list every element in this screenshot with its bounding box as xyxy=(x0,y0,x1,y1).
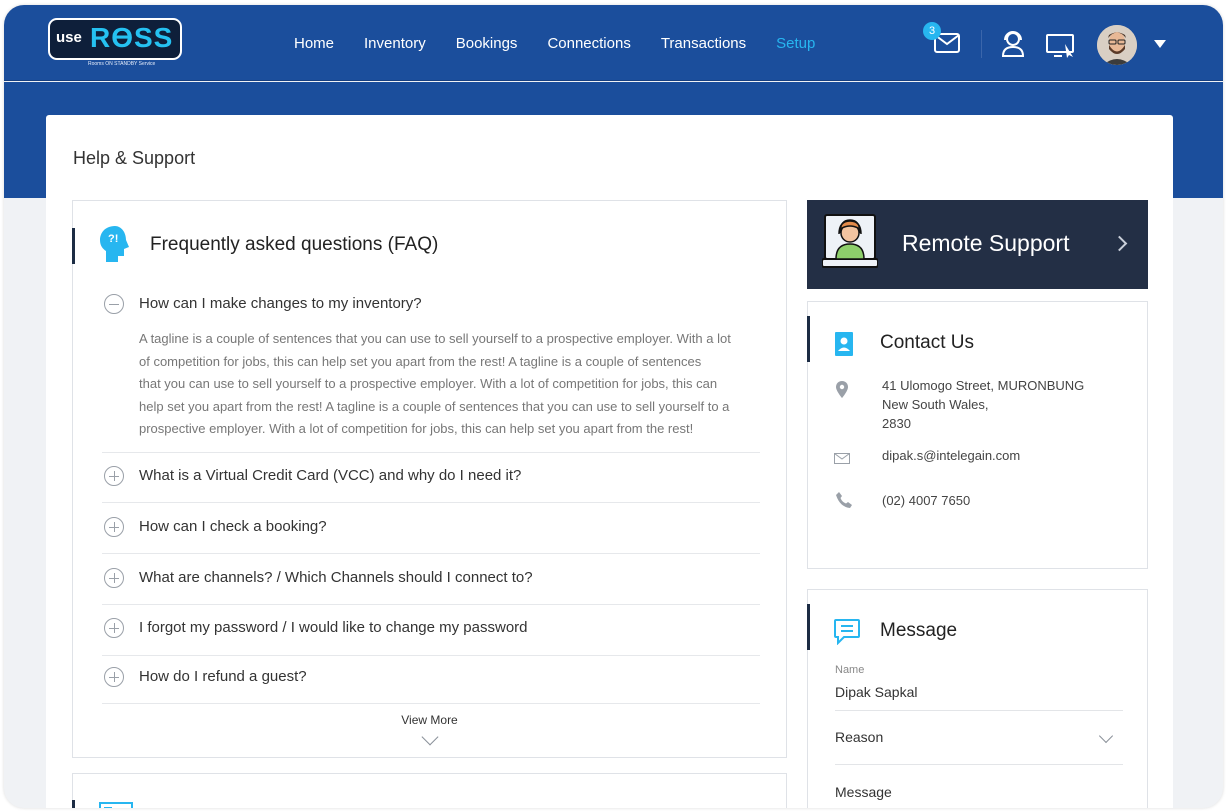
faq-divider xyxy=(102,452,760,453)
message-textarea[interactable]: Message xyxy=(835,784,892,800)
message-title: Message xyxy=(880,620,958,641)
expand-icon[interactable] xyxy=(104,517,124,537)
reason-underline xyxy=(835,764,1123,765)
logo-tagline: Rooms ON STANDBY Service xyxy=(88,61,156,67)
name-label: Name xyxy=(835,664,865,676)
faq-divider xyxy=(102,553,760,554)
logo[interactable]: use RϴSS xyxy=(48,18,182,60)
account-caret-icon[interactable] xyxy=(1154,40,1166,48)
nav-connections[interactable]: Connections xyxy=(547,35,630,52)
faq-title: Frequently asked questions (FAQ) xyxy=(150,234,439,255)
expand-icon[interactable] xyxy=(104,667,124,687)
contact-card: Contact Us 41 Ulomogo Street, MURONBUNG … xyxy=(807,301,1148,569)
contact-address-line: 2830 xyxy=(882,416,911,431)
faq-answer: A tagline is a couple of sentences that … xyxy=(139,328,754,441)
document-icon xyxy=(99,802,133,808)
name-underline xyxy=(835,710,1123,711)
view-more-label: View More xyxy=(401,713,458,727)
nav-setup[interactable]: Setup xyxy=(776,35,815,52)
faq-question-text: What is a Virtual Credit Card (VCC) and … xyxy=(139,467,522,484)
view-more-button[interactable]: View More xyxy=(73,713,786,746)
chevron-down-icon xyxy=(421,728,438,746)
main-menu: Home Inventory Bookings Connections Tran… xyxy=(294,35,845,52)
chevron-down-icon[interactable] xyxy=(1098,728,1114,744)
address-book-icon xyxy=(835,332,853,356)
faq-answer-line: that you can use to sell yourself to a p… xyxy=(139,376,718,391)
page-title: Help & Support xyxy=(73,148,196,168)
faq-question-text: I forgot my password / I would like to c… xyxy=(139,619,528,636)
faq-answer-line: of competition for jobs, this can help s… xyxy=(139,353,702,369)
collapse-icon[interactable] xyxy=(104,294,124,314)
faq-divider xyxy=(102,604,760,605)
email-icon xyxy=(834,453,850,464)
faq-divider xyxy=(102,655,760,656)
contact-email[interactable]: dipak.s@intelegain.com xyxy=(882,446,1020,465)
faq-divider xyxy=(102,502,760,503)
logo-ross-text: RϴSS xyxy=(90,22,174,53)
nav-transactions[interactable]: Transactions xyxy=(661,35,746,52)
faq-answer-line: A tagline is a couple of sentences that … xyxy=(139,331,731,346)
faq-accent-bar xyxy=(72,228,75,264)
location-pin-icon xyxy=(836,381,848,398)
expand-icon[interactable] xyxy=(104,466,124,486)
screen-share-icon[interactable] xyxy=(1046,33,1078,59)
faq-card: ?! Frequently asked questions (FAQ) How … xyxy=(72,200,787,758)
faq-question-text: What are channels? / Which Channels shou… xyxy=(139,569,533,586)
message-card: Message Name Dipak Sapkal Reason Message xyxy=(807,589,1148,808)
app-window: use RϴSS Rooms ON STANDBY Service Home I… xyxy=(4,5,1223,808)
faq-question-text: How do I refund a guest? xyxy=(139,668,307,685)
nav-bookings[interactable]: Bookings xyxy=(456,35,518,52)
faq-brain-icon: ?! xyxy=(100,226,129,262)
headset-support-icon[interactable] xyxy=(1000,28,1026,58)
contact-address-line: 41 Ulomogo Street, MURONBUNG xyxy=(882,378,1085,393)
remote-support-title: Remote Support xyxy=(902,230,1070,256)
top-navbar: use RϴSS Rooms ON STANDBY Service Home I… xyxy=(4,5,1223,81)
nav-separator xyxy=(981,30,982,58)
faq-answer-line: prospective employer. With a lot of comp… xyxy=(139,421,694,436)
contact-accent-bar xyxy=(807,316,810,362)
message-accent-bar xyxy=(807,604,810,650)
avatar-face-icon xyxy=(1097,25,1137,65)
faq-answer-line: help set you apart from the rest! A tagl… xyxy=(139,398,730,414)
faq-question-text: How can I make changes to my inventory? xyxy=(139,295,422,312)
user-avatar[interactable] xyxy=(1097,25,1137,65)
faq-divider xyxy=(102,703,760,704)
secondary-accent-bar xyxy=(72,800,75,808)
reason-select[interactable]: Reason xyxy=(835,729,883,745)
nav-inventory[interactable]: Inventory xyxy=(364,35,426,52)
remote-support-agent-icon xyxy=(822,214,878,268)
chat-bubble-icon xyxy=(834,619,860,645)
expand-icon[interactable] xyxy=(104,618,124,638)
remote-support-button[interactable]: Remote Support xyxy=(807,200,1148,289)
contact-title: Contact Us xyxy=(880,332,974,353)
nav-home[interactable]: Home xyxy=(294,35,334,52)
contact-phone[interactable]: (02) 4007 7650 xyxy=(882,491,970,510)
expand-icon[interactable] xyxy=(104,568,124,588)
logo-use-text: use xyxy=(56,29,82,46)
chevron-right-icon xyxy=(1111,235,1128,252)
contact-address-line: New South Wales, xyxy=(882,397,989,412)
main-panel: Help & Support ?! Frequently asked quest… xyxy=(46,115,1173,808)
svg-text:?!: ?! xyxy=(108,233,118,245)
secondary-card xyxy=(72,773,787,808)
mail-badge: 3 xyxy=(923,22,941,40)
phone-icon xyxy=(836,492,852,508)
name-input[interactable]: Dipak Sapkal xyxy=(835,684,918,700)
faq-question-text: How can I check a booking? xyxy=(139,518,327,535)
